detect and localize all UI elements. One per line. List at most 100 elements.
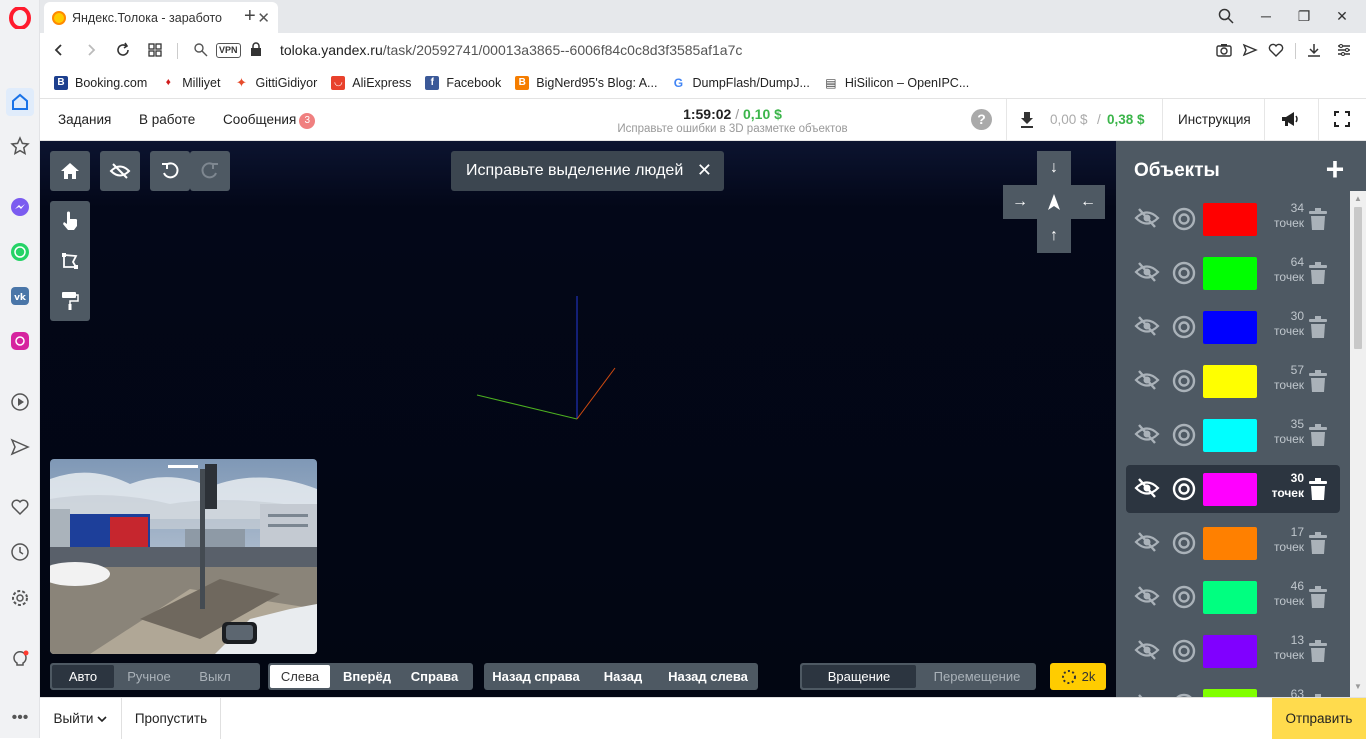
mode-manual-option[interactable]: Ручное [116, 663, 182, 690]
easy-setup-icon[interactable] [1333, 39, 1355, 61]
focus-target-icon[interactable] [1172, 261, 1196, 285]
hide-eye-off-icon[interactable] [1134, 531, 1160, 553]
focus-target-icon[interactable] [1172, 369, 1196, 393]
add-to-favorites-heart-icon[interactable] [1265, 39, 1287, 61]
object-color-swatch[interactable] [1203, 473, 1257, 506]
object-color-swatch[interactable] [1203, 311, 1257, 344]
nav-tasks[interactable]: Задания [58, 112, 111, 127]
move-right-button[interactable]: → [1003, 185, 1037, 219]
object-color-swatch[interactable] [1203, 689, 1257, 697]
minimize-icon[interactable]: ─ [1254, 5, 1278, 27]
hide-eye-off-icon[interactable] [1134, 207, 1160, 229]
player-icon[interactable] [8, 390, 32, 414]
settings-gear-icon[interactable] [8, 586, 32, 610]
object-color-swatch[interactable] [1203, 203, 1257, 236]
announce-megaphone-icon[interactable] [1281, 111, 1299, 127]
hide-eye-off-icon[interactable] [1134, 585, 1160, 607]
view-right-option[interactable]: Справа [402, 663, 467, 690]
back-icon[interactable] [48, 39, 70, 61]
mode-off-option[interactable]: Выкл [182, 663, 248, 690]
delete-trash-icon[interactable] [1308, 423, 1328, 447]
mode-auto-option[interactable]: Авто [52, 665, 114, 688]
move-down-button[interactable]: ↓ [1037, 151, 1071, 185]
speed-dial-grid-icon[interactable] [144, 39, 166, 61]
point-cloud-viewer[interactable]: Исправьте выделение людей ✕ ↓ → ← ↑ Авто… [40, 141, 1116, 697]
delete-trash-icon[interactable] [1308, 531, 1328, 555]
send-icon[interactable] [8, 435, 32, 459]
restore-window-icon[interactable]: ❐ [1292, 5, 1316, 27]
view-forward-option[interactable]: Вперёд [332, 663, 402, 690]
move-left-button[interactable]: ← [1071, 185, 1105, 219]
downloads-icon[interactable] [1303, 39, 1325, 61]
bookmark-booking[interactable]: B Booking.com [54, 75, 147, 90]
move-up-button[interactable]: ↑ [1037, 219, 1071, 253]
view-left-option[interactable]: Слева [270, 665, 330, 688]
scroll-up-icon[interactable]: ▲ [1354, 194, 1362, 203]
home-icon[interactable] [6, 88, 34, 116]
reload-icon[interactable] [112, 39, 134, 61]
instagram-icon[interactable] [8, 329, 32, 353]
withdraw-download-icon[interactable] [1019, 111, 1035, 129]
heart-icon[interactable] [8, 495, 32, 519]
delete-trash-icon[interactable] [1308, 207, 1328, 231]
help-question-icon[interactable]: ? [971, 109, 992, 130]
object-row[interactable]: 30 точек [1126, 303, 1340, 351]
browser-tab[interactable]: Яндекс.Толока - заработо ✕ [44, 2, 278, 33]
skip-button[interactable]: Пропустить [122, 698, 221, 739]
quality-button[interactable]: 2k [1050, 663, 1106, 690]
view-back-option[interactable]: Назад [588, 663, 658, 690]
url-field[interactable]: toloka.yandex.ru/task/20592741/00013a386… [280, 42, 742, 58]
bookmarks-star-icon[interactable] [8, 134, 32, 158]
object-row[interactable]: 63точек [1126, 681, 1340, 697]
snapshot-camera-icon[interactable] [1213, 39, 1235, 61]
focus-target-icon[interactable] [1172, 531, 1196, 555]
compass-north-icon[interactable] [1037, 185, 1071, 219]
control-rotate-option[interactable]: Вращение [802, 665, 916, 688]
focus-target-icon[interactable] [1172, 207, 1196, 231]
object-row[interactable]: 30 точек [1126, 465, 1340, 513]
focus-target-icon[interactable] [1172, 315, 1196, 339]
close-window-icon[interactable]: ✕ [1330, 5, 1354, 27]
object-row[interactable]: 35 точек [1126, 411, 1340, 459]
focus-target-icon[interactable] [1172, 477, 1196, 501]
object-row[interactable]: 64 точек [1126, 249, 1340, 297]
more-dots-icon[interactable]: ••• [8, 706, 32, 730]
focus-target-icon[interactable] [1172, 639, 1196, 663]
focus-target-icon[interactable] [1172, 423, 1196, 447]
delete-trash-icon[interactable] [1308, 639, 1328, 663]
hide-eye-off-icon[interactable] [1134, 423, 1160, 445]
control-move-option[interactable]: Перемещение [918, 663, 1036, 690]
delete-trash-icon[interactable] [1308, 477, 1328, 501]
object-row[interactable]: 13 точек [1126, 627, 1340, 675]
object-color-swatch[interactable] [1203, 635, 1257, 668]
fullscreen-icon[interactable] [1334, 111, 1350, 127]
nav-messages[interactable]: Сообщения 3 [223, 112, 316, 129]
nav-in-progress[interactable]: В работе [139, 112, 195, 127]
object-color-swatch[interactable] [1203, 419, 1257, 452]
object-row[interactable]: 17 точек [1126, 519, 1340, 567]
search-key-icon[interactable] [190, 39, 212, 61]
bookmark-facebook[interactable]: f Facebook [425, 75, 501, 90]
tips-bulb-icon[interactable] [8, 647, 32, 671]
bookmark-gittigidiyor[interactable]: ✦ GittiGidiyor [234, 75, 317, 90]
submit-button[interactable]: Отправить [1272, 698, 1366, 739]
object-color-swatch[interactable] [1203, 581, 1257, 614]
close-tab-icon[interactable]: ✕ [257, 9, 270, 27]
close-hint-icon[interactable]: ✕ [697, 160, 712, 181]
add-object-plus-icon[interactable]: + [1320, 153, 1350, 185]
forward-icon[interactable] [80, 39, 102, 61]
hide-eye-off-icon[interactable] [1134, 315, 1160, 337]
toggle-visibility-button[interactable] [100, 151, 140, 191]
pointer-hand-tool[interactable] [50, 201, 90, 241]
new-tab-button[interactable]: + [244, 5, 256, 28]
focus-target-icon[interactable] [1172, 585, 1196, 609]
objects-scrollbar-thumb[interactable] [1354, 207, 1362, 349]
object-row[interactable]: 34 точек [1126, 195, 1340, 243]
bookmark-aliexpress[interactable]: ◡ AliExpress [331, 75, 411, 90]
delete-trash-icon[interactable] [1308, 315, 1328, 339]
object-row[interactable]: 46 точек [1126, 573, 1340, 621]
vk-icon[interactable]: vk [8, 284, 32, 308]
bookmark-milliyet[interactable]: ♦ Milliyet [161, 75, 220, 90]
hide-eye-off-icon[interactable] [1134, 261, 1160, 283]
object-color-swatch[interactable] [1203, 257, 1257, 290]
